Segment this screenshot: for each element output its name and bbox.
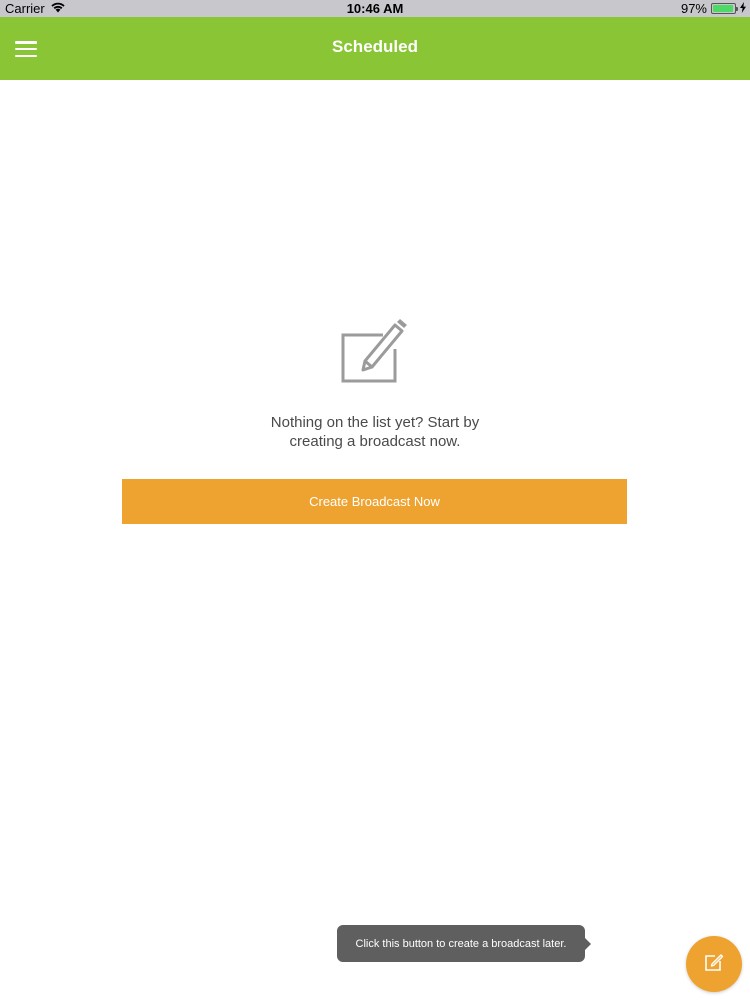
status-time: 10:46 AM <box>346 1 404 16</box>
compose-fab-button[interactable] <box>686 936 742 992</box>
empty-message-line1: Nothing on the list yet? Start by <box>270 414 480 431</box>
bolt-icon <box>740 1 746 16</box>
empty-state-message: Nothing on the list yet? Start by creati… <box>200 413 550 451</box>
status-right: 97% <box>681 1 746 16</box>
tooltip-arrow <box>585 938 591 950</box>
page-title: Scheduled <box>332 37 418 56</box>
empty-message-line2: creating a broadcast now. <box>289 433 461 450</box>
compose-icon <box>704 952 724 977</box>
battery-percent: 97% <box>680 1 707 16</box>
battery-fill <box>713 5 734 12</box>
create-broadcast-button[interactable]: Create Broadcast Now <box>122 479 627 524</box>
battery-tip <box>736 7 738 11</box>
tooltip-text: Click this button to create a broadcast … <box>355 937 567 950</box>
nav-bar: Scheduled <box>0 17 750 80</box>
tooltip: Click this button to create a broadcast … <box>337 925 591 962</box>
screen: Carrier 10:46 AM 97% Scheduled Nothing o… <box>0 0 750 1000</box>
compose-pencil-icon <box>339 317 411 385</box>
battery-icon <box>711 3 738 14</box>
status-bar: Carrier 10:46 AM 97% <box>0 0 750 17</box>
